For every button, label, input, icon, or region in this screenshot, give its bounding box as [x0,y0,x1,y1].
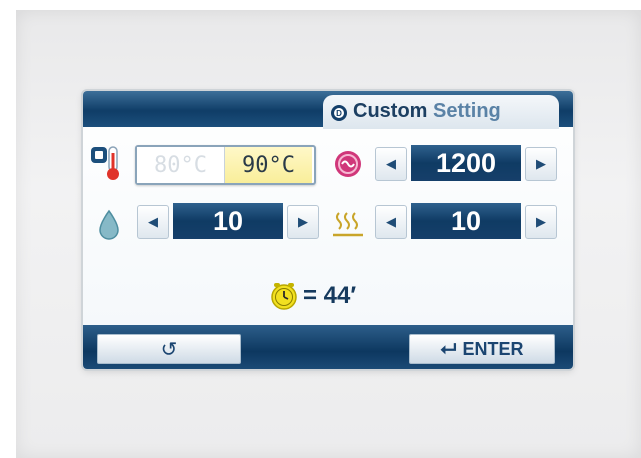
water-increase-button[interactable]: ▶ [287,205,319,239]
water-stepper: ◀ 10 ▶ [133,203,321,239]
cycle-time-readout: = 44′ [269,281,356,311]
title-tab: D Custom Setting [323,95,559,129]
steam-value: 10 [411,203,521,239]
temperature-option-90[interactable]: 90°C [225,147,312,183]
water-drop-icon [99,209,119,240]
speed-stepper: ◀ 1200 ▶ [371,145,559,181]
speed-decrease-button[interactable]: ◀ [375,147,407,181]
temperature-option-80[interactable]: 80°C [137,147,225,183]
temperature-selector: 80°C 90°C [135,145,316,185]
timer-clock-icon [271,283,297,310]
speed-value: 1200 [411,145,521,181]
enter-button[interactable]: ⮠ ENTER [409,334,555,364]
steam-icon [333,212,363,237]
steam-stepper: ◀ 10 ▶ [371,203,559,239]
cycle-time-text: = 44′ [303,282,357,309]
enter-arrow-icon: ⮠ [440,337,457,360]
speed-icon [335,151,361,177]
steam-increase-button[interactable]: ▶ [525,205,557,239]
steam-decrease-button[interactable]: ◀ [375,205,407,239]
water-value: 10 [173,203,283,239]
page-title: Custom Setting [353,100,501,122]
back-arrow-icon: ↺ [160,338,178,361]
thermometer-icon [91,146,119,180]
mode-d-icon: D [331,105,347,121]
water-decrease-button[interactable]: ◀ [137,205,169,239]
touch-screen: D Custom Setting 80°C 90°C ◀ 1200 ▶ ◀ 10… [83,91,573,369]
speed-increase-button[interactable]: ▶ [525,147,557,181]
bottom-bar: ↺ ⮠ ENTER [83,325,573,369]
enter-label: ENTER [462,338,524,359]
back-button[interactable]: ↺ [97,334,241,364]
